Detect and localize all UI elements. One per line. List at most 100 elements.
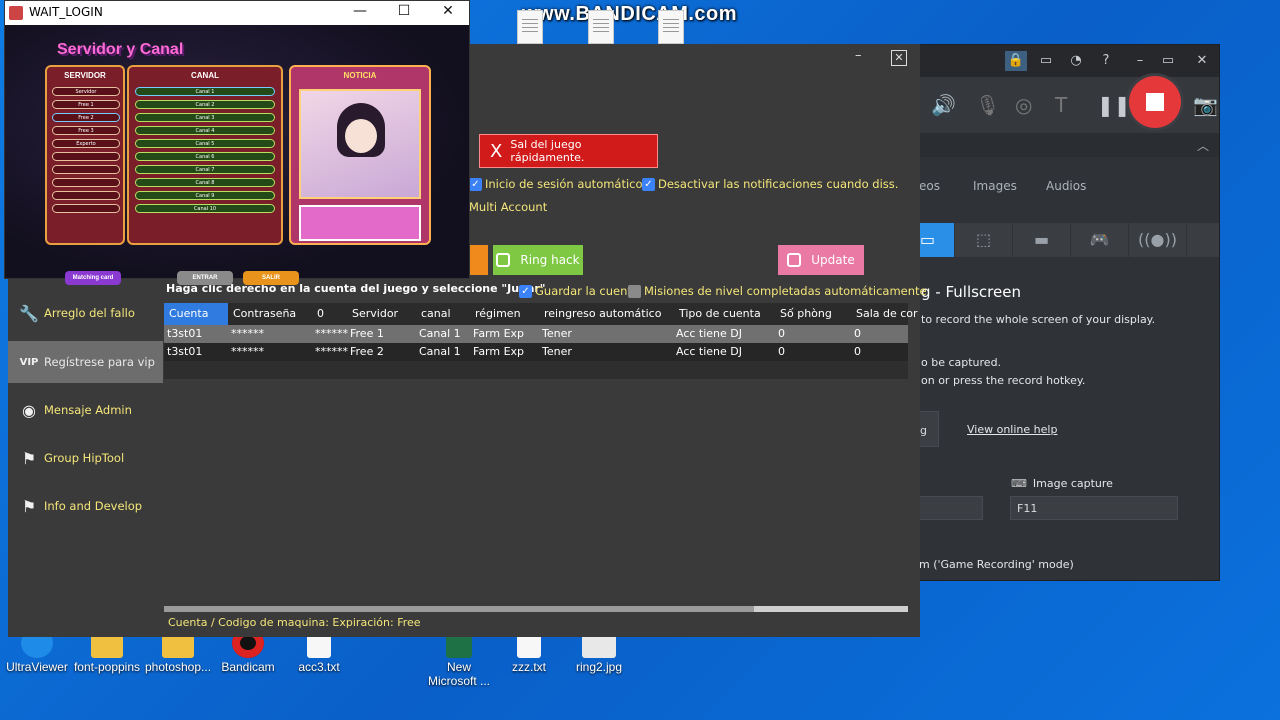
close-icon[interactable]: ✕ [1191, 51, 1213, 71]
multi-account-label[interactable]: Multi Account [469, 200, 547, 214]
camera-icon[interactable]: 📷 [1193, 93, 1218, 117]
microphone-icon[interactable]: 🎙 [975, 93, 1000, 117]
column-header[interactable]: canal [421, 303, 451, 325]
save-account-checkbox[interactable]: ✓ Guardar la cuenta [519, 284, 639, 298]
image-capture-hotkey-field[interactable]: F11 [1010, 496, 1178, 520]
column-header[interactable]: Số phòng [780, 303, 832, 325]
bandicam-section-bar: ︿ [901, 133, 1219, 157]
horizontal-scrollbar[interactable] [164, 606, 908, 612]
close-icon[interactable]: ✕ [891, 50, 907, 66]
channel-option-selected[interactable]: Canal 1 [135, 87, 275, 96]
channel-option[interactable]: Canal 2 [135, 100, 275, 109]
server-option[interactable] [52, 178, 120, 187]
column-header[interactable]: Servidor [352, 303, 398, 325]
sidebar-item-vip[interactable]: VIP Regístrese para vip [8, 341, 163, 383]
minimize-icon[interactable]: — [345, 3, 375, 19]
close-icon[interactable]: ✕ [433, 3, 463, 19]
game-titlebar: WAIT_LOGIN — ☐ ✕ [5, 1, 469, 25]
auto-missions-checkbox[interactable]: Misiones de nivel completadas automática… [628, 284, 927, 298]
desktop-file-icon[interactable] [658, 10, 684, 44]
game-window: WAIT_LOGIN — ☐ ✕ Servidor y Canal SERVID… [4, 0, 470, 285]
clock-icon[interactable]: ◔ [1065, 51, 1087, 71]
desktop-file-icon[interactable] [517, 10, 543, 44]
auto-login-checkbox[interactable]: ✓ Inicio de sesión automático [469, 177, 643, 191]
audio-mode-icon[interactable]: ((●)) [1129, 223, 1187, 257]
server-option[interactable]: Free 1 [52, 100, 120, 109]
game-mode-icon[interactable]: 🎮 [1071, 223, 1129, 257]
matching-card-button[interactable]: Matching card [65, 271, 121, 285]
news-panel: NOTICIA [289, 65, 431, 245]
channel-option[interactable]: Canal 7 [135, 165, 275, 174]
tab-videos[interactable]: eos [919, 179, 940, 193]
desktop-file-icon[interactable] [588, 10, 614, 44]
disable-notifications-checkbox[interactable]: ✓ Desactivar las notificaciones cuando d… [642, 177, 898, 191]
minimize-icon[interactable]: – [855, 48, 862, 63]
channel-option[interactable]: Canal 8 [135, 178, 275, 187]
channel-option[interactable]: Canal 3 [135, 113, 275, 122]
column-header[interactable]: reingreso automático [544, 303, 661, 325]
table-row[interactable]: t3st01 ****** ****** Free 2 Canal 1 Farm… [164, 343, 908, 361]
text-icon[interactable]: T [1055, 93, 1067, 117]
news-image [299, 89, 421, 199]
update-icon [787, 253, 802, 267]
view-online-help-link[interactable]: View online help [967, 423, 1057, 436]
hdmi-mode-icon[interactable]: ▬ [1013, 223, 1071, 257]
update-button[interactable]: Update [778, 245, 864, 275]
server-channel-title: Servidor y Canal [57, 41, 184, 58]
exit-game-alert-button[interactable]: X Sal del juego rápidamente. [479, 134, 658, 168]
pause-icon[interactable]: ❚❚ [1097, 93, 1131, 117]
column-header[interactable]: régimen [475, 303, 521, 325]
column-header[interactable]: Contraseña [233, 303, 296, 325]
ring-hack-button[interactable]: Ring hack [493, 245, 583, 275]
channel-option[interactable]: Canal 6 [135, 152, 275, 161]
accounts-table: Cuenta Contraseña 0 Servidor canal régim… [164, 303, 918, 609]
maximize-icon[interactable]: ☐ [389, 3, 419, 19]
server-option[interactable] [52, 152, 120, 161]
tab-audios[interactable]: Audios [1046, 179, 1086, 193]
folder-icon[interactable]: ▭ [1035, 51, 1057, 71]
server-option[interactable]: Servidor [52, 87, 120, 96]
bandicam-titlebar: 🔒 ▭ ◔ ? – ▭ ✕ [901, 45, 1219, 77]
game-canvas[interactable]: Servidor y Canal SERVIDOR Servidor Free … [5, 25, 469, 285]
server-option[interactable] [52, 165, 120, 174]
sidebar-item-admin-message[interactable]: ◉ Mensaje Admin [8, 389, 163, 431]
channel-option[interactable]: Canal 4 [135, 126, 275, 135]
sidebar-item-group-hiptool[interactable]: ⚑ Group HipTool [8, 437, 163, 479]
record-stop-button[interactable] [1129, 76, 1181, 128]
enter-button[interactable]: ENTRAR [177, 271, 233, 285]
channel-option[interactable]: Canal 9 [135, 191, 275, 200]
speaker-icon[interactable]: 🔊 [931, 93, 956, 117]
minimize-icon[interactable]: – [1129, 51, 1151, 71]
flag-icon: ⚑ [21, 448, 37, 468]
server-panel: SERVIDOR Servidor Free 1 Free 2 Free 3 E… [45, 65, 125, 245]
chevron-up-icon[interactable]: ︿ [1197, 137, 1209, 154]
server-option[interactable] [52, 204, 120, 213]
column-header[interactable]: Cuenta [169, 303, 208, 325]
server-option[interactable] [52, 191, 120, 200]
channel-option[interactable]: Canal 10 [135, 204, 275, 213]
exit-button[interactable]: SALIR [243, 271, 299, 285]
server-option-selected[interactable]: Free 2 [52, 113, 120, 122]
lock-icon[interactable]: 🔒 [1005, 51, 1027, 71]
server-option[interactable]: Experto [52, 139, 120, 148]
desktop-icon-new-excel[interactable]: New Microsoft ... [419, 628, 499, 688]
restore-icon[interactable]: ▭ [1157, 51, 1179, 71]
region-mode-icon[interactable]: ⬚ [955, 223, 1013, 257]
column-header[interactable]: Tipo de cuenta [679, 303, 761, 325]
dancers-banner [299, 205, 421, 241]
column-header[interactable]: 0 [317, 303, 324, 325]
column-header[interactable]: Sala de cor [856, 303, 918, 325]
help-icon[interactable]: ? [1095, 51, 1117, 71]
scrollbar-thumb[interactable] [164, 606, 754, 612]
sidebar-item-fix-bug[interactable]: 🔧 Arreglo del fallo [8, 292, 163, 334]
mode-description: to record the whole screen of your displ… [921, 313, 1156, 326]
recording-mode-bar: ▭ ⬚ ▬ 🎮 ((●)) [901, 223, 1219, 257]
server-option[interactable]: Free 3 [52, 126, 120, 135]
webcam-icon[interactable]: ◎ [1015, 93, 1032, 117]
ring-icon [496, 253, 511, 267]
channel-option[interactable]: Canal 5 [135, 139, 275, 148]
table-row[interactable]: t3st01 ****** ****** Free 1 Canal 1 Farm… [164, 325, 908, 343]
tab-images[interactable]: Images [973, 179, 1017, 193]
sidebar-item-info-develop[interactable]: ⚑ Info and Develop [8, 485, 163, 527]
orange-button[interactable] [470, 245, 488, 275]
